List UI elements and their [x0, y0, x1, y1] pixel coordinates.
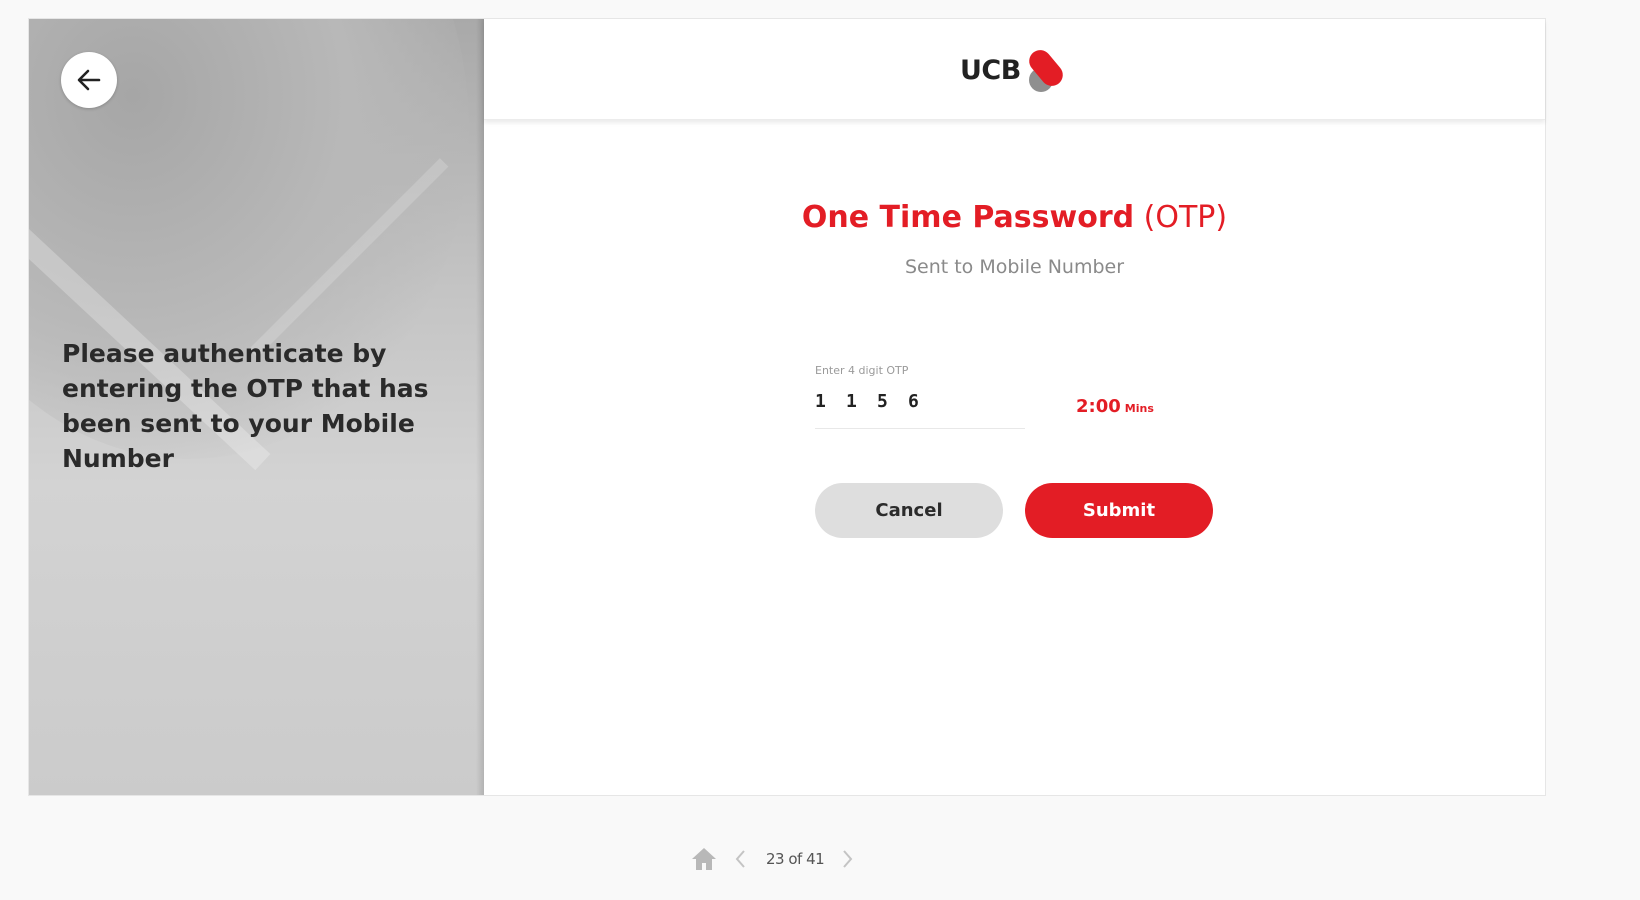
otp-digit: 5: [877, 391, 888, 412]
logo-text: UCB: [960, 54, 1021, 86]
chevron-right-icon[interactable]: [838, 848, 856, 870]
auth-message: Please authenticate by entering the OTP …: [62, 339, 429, 473]
otp-title-light: (OTP): [1143, 200, 1228, 235]
otp-digit: 6: [908, 391, 919, 412]
otp-subtitle: Sent to Mobile Number: [904, 256, 1125, 278]
otp-timer: 2:00 Mins: [1076, 396, 1154, 417]
otp-title-strong: One Time Password: [801, 200, 1135, 235]
chevron-left-icon[interactable]: [732, 848, 750, 870]
otp-digit: 1: [815, 391, 826, 412]
otp-input[interactable]: Enter 4 digit OTP 1 1 5 6: [815, 364, 1025, 429]
otp-title: One Time Password (OTP): [484, 200, 1545, 235]
home-icon[interactable]: [690, 846, 718, 872]
cancel-button[interactable]: Cancel: [815, 483, 1003, 538]
pager: 23 of 41: [690, 844, 856, 874]
otp-digits: 1 1 5 6: [815, 391, 1025, 412]
timer-value: 2:00: [1076, 396, 1121, 417]
ucb-logo-icon: [1028, 50, 1063, 92]
submit-button[interactable]: Submit: [1025, 483, 1213, 538]
back-button[interactable]: [61, 52, 117, 108]
ucb-logo: UCB: [960, 42, 1080, 98]
otp-digit: 1: [846, 391, 857, 412]
panel-shadow: [476, 19, 484, 795]
otp-field-label: Enter 4 digit OTP: [815, 364, 909, 377]
timer-unit: Mins: [1124, 402, 1154, 415]
arrow-left-icon: [77, 69, 101, 91]
page-indicator: 23 of 41: [766, 850, 825, 868]
